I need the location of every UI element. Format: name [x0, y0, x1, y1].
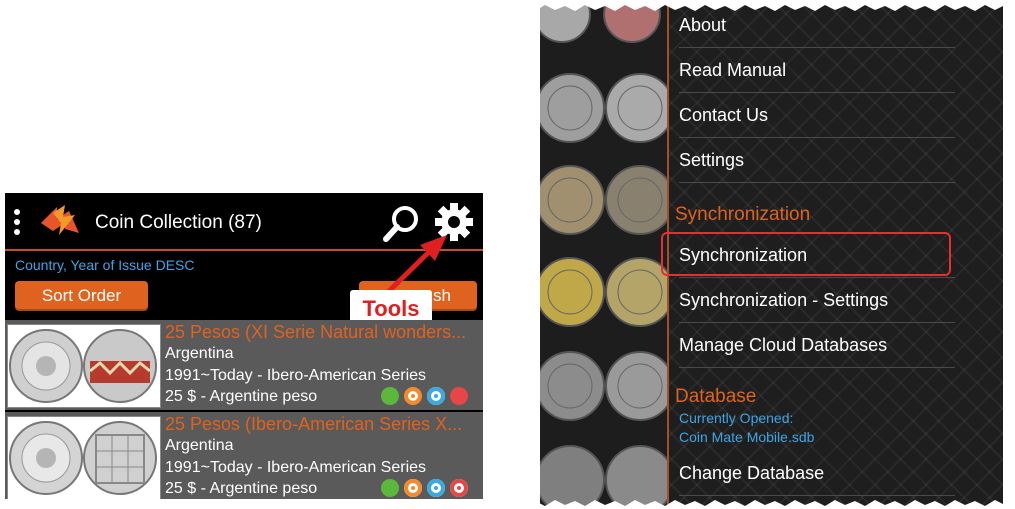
status-dot-orange — [404, 479, 422, 497]
menu-item-manage-cloud-databases[interactable]: Manage Cloud Databases — [679, 323, 955, 368]
coin-series: 1991~Today - Ibero-American Series — [165, 459, 427, 476]
section-header-synchronization: Synchronization — [675, 204, 811, 225]
coin-thumbnail — [7, 416, 161, 499]
coin-thumbnail — [7, 324, 161, 408]
db-current-name: Coin Mate Mobile.sdb — [679, 429, 815, 445]
highlight-annotation — [661, 232, 951, 276]
list-item[interactable]: 25 Pesos (XI Serie Natural wonders... Ar… — [5, 320, 483, 410]
menu-item-contact-us[interactable]: Contact Us — [679, 93, 955, 138]
app-logo-icon — [41, 205, 79, 235]
sort-description: Country, Year of Issue DESC — [15, 257, 195, 273]
coin-country: Argentina — [165, 437, 234, 454]
menu-item-settings[interactable]: Settings — [679, 138, 955, 183]
db-currently-opened-label: Currently Opened: — [679, 410, 794, 426]
status-dot-green — [381, 479, 399, 497]
coin-thumbnail-strip — [540, 0, 675, 509]
app-title: Coin Collection (87) — [95, 212, 262, 233]
kebab-menu-icon[interactable] — [13, 209, 21, 235]
status-dot-blue — [427, 387, 445, 405]
torn-edge-top — [540, 0, 1003, 11]
status-dot-green — [381, 387, 399, 405]
status-dot-red — [450, 479, 468, 497]
coin-denomination: 25 $ - Argentine peso — [165, 480, 318, 497]
torn-edge-bottom — [0, 500, 1015, 509]
status-dots — [381, 387, 473, 407]
status-dot-red — [450, 387, 468, 405]
coin-denomination: 25 $ - Argentine peso — [165, 388, 318, 405]
status-dot-blue — [427, 479, 445, 497]
status-dots — [381, 479, 473, 499]
coin-series: 1991~Today - Ibero-American Series — [165, 367, 427, 384]
menu-item-synchronization-settings[interactable]: Synchronization - Settings — [679, 278, 955, 323]
side-menu-screen: About Read Manual Contact Us Settings Sy… — [540, 0, 1003, 509]
coin-title: 25 Pesos (Ibero-American Series X... — [165, 414, 463, 434]
section-header-database: Database — [675, 386, 757, 407]
coin-title: 25 Pesos (XI Serie Natural wonders... — [165, 322, 467, 342]
status-dot-orange — [404, 387, 422, 405]
coin-country: Argentina — [165, 345, 234, 362]
app-list-screen: Coin Collection (87) Country, Year of Is… — [5, 193, 483, 499]
list-item[interactable]: 25 Pesos (Ibero-American Series X... Arg… — [5, 412, 483, 499]
menu-item-read-manual[interactable]: Read Manual — [679, 48, 955, 93]
sort-order-button[interactable]: Sort Order — [15, 281, 148, 311]
menu-item-change-database[interactable]: Change Database — [679, 451, 955, 496]
